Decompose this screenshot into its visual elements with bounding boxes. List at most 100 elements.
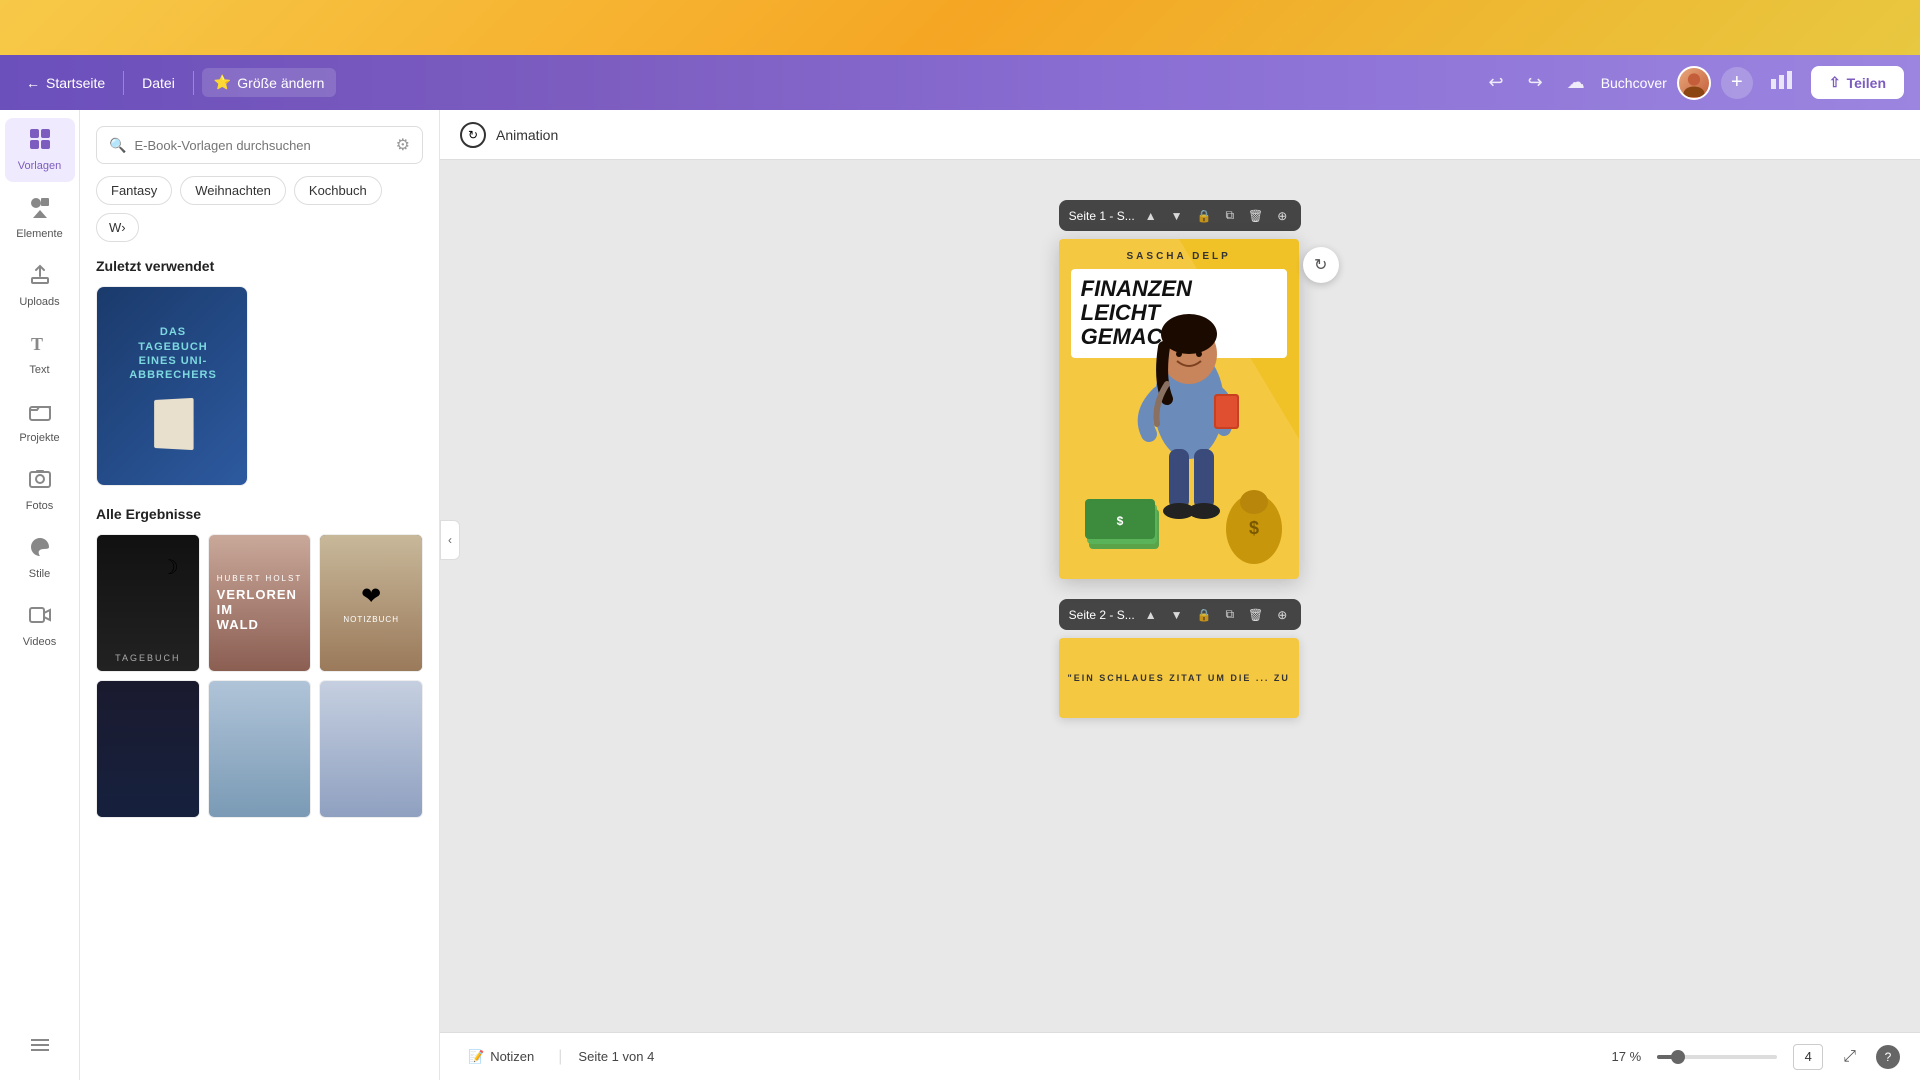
page2-down-button[interactable]: ▼ xyxy=(1167,606,1187,624)
search-icon: 🔍 xyxy=(109,137,126,154)
page2-lock-button[interactable]: 🔒 xyxy=(1192,606,1215,624)
templates-panel: 🔍 ⚙ Fantasy Weihnachten Kochbuch W› Zule… xyxy=(80,110,440,1080)
result-3-text: Notizbuch xyxy=(343,615,399,624)
cloud-save-icon[interactable]: ☁ xyxy=(1559,66,1593,99)
result-thumb-1[interactable]: ☽ TAGEBUCH xyxy=(96,534,200,672)
buchcover-label: Buchcover xyxy=(1601,75,1667,91)
result-thumb-2[interactable]: HUBERT HOLST VERLOREN IMWALD xyxy=(208,534,312,672)
sidebar-item-elemente[interactable]: Elemente xyxy=(5,186,75,250)
diary-template: DASTAGEBUCHEINES UNI-ABBRECHERS xyxy=(97,287,248,486)
sidebar-item-fotos[interactable]: Fotos xyxy=(5,458,75,522)
add-collaborator-button[interactable]: + xyxy=(1721,67,1753,99)
sidebar-item-videos[interactable]: Videos xyxy=(5,594,75,658)
size-icon: ⭐ xyxy=(214,74,231,91)
recently-used-title: Zuletzt verwendet xyxy=(96,258,423,274)
sidebar-item-projekte[interactable]: Projekte xyxy=(5,390,75,454)
sidebar-item-lines[interactable] xyxy=(5,1024,75,1072)
svg-text:T: T xyxy=(31,334,43,354)
status-divider: | xyxy=(558,1048,562,1066)
top-decorative-bar xyxy=(0,0,1920,55)
zoom-label: 17 % xyxy=(1601,1049,1641,1064)
text-icon: T xyxy=(29,332,51,360)
chip-more[interactable]: W› xyxy=(96,213,139,242)
sidebar-item-text[interactable]: T Text xyxy=(5,322,75,386)
help-button[interactable]: ? xyxy=(1876,1045,1900,1069)
sidebar-bottom xyxy=(5,1024,75,1072)
header-right: Buchcover + ⇧ Teilen xyxy=(1601,65,1904,100)
redo-button[interactable]: ↪ xyxy=(1520,66,1551,99)
header-divider xyxy=(123,71,124,95)
back-button[interactable]: ← Startseite xyxy=(16,69,115,97)
notes-label: Notizen xyxy=(490,1049,534,1064)
page1-wrapper: SASCHA DELP FINANZENLEICHTGEMACHT! $ xyxy=(1059,239,1299,579)
chip-fantasy[interactable]: Fantasy xyxy=(96,176,172,205)
projekte-label: Projekte xyxy=(19,432,59,444)
sidebar-item-uploads[interactable]: Uploads xyxy=(5,254,75,318)
zoom-slider-thumb[interactable] xyxy=(1671,1050,1685,1064)
heart-icon: ❤ xyxy=(361,582,381,611)
refresh-button[interactable]: ↻ xyxy=(1303,247,1339,283)
book-cover-canvas[interactable]: SASCHA DELP FINANZENLEICHTGEMACHT! $ xyxy=(1059,239,1299,579)
page2-add-button[interactable]: ⊕ xyxy=(1273,606,1291,624)
fullscreen-button[interactable]: ⤢ xyxy=(1839,1044,1860,1070)
page1-delete-button[interactable]: 🗑 xyxy=(1244,207,1267,225)
recently-used-section: Zuletzt verwendet DASTAGEBUCHEINES UNI-A… xyxy=(96,258,423,486)
result-inner-1: ☽ TAGEBUCH xyxy=(97,535,199,671)
result-inner-4 xyxy=(97,681,199,817)
page1-down-button[interactable]: ▼ xyxy=(1167,207,1187,225)
chip-kochbuch[interactable]: Kochbuch xyxy=(294,176,382,205)
page1-add-button[interactable]: ⊕ xyxy=(1273,207,1291,225)
chip-weihnachten[interactable]: Weihnachten xyxy=(180,176,286,205)
text-label: Text xyxy=(29,364,49,376)
sidebar-item-vorlagen[interactable]: Vorlagen xyxy=(5,118,75,182)
diary-book-icon xyxy=(154,397,193,449)
back-label: Startseite xyxy=(46,75,105,91)
back-arrow-icon: ← xyxy=(26,75,40,91)
recent-template-thumb[interactable]: DASTAGEBUCHEINES UNI-ABBRECHERS xyxy=(96,286,248,486)
result-thumb-5[interactable] xyxy=(208,680,312,818)
book-cover-2-canvas[interactable]: "EIN SCHLAUES ZITAT UM DIE ... ZU xyxy=(1059,638,1299,718)
result-thumb-4[interactable] xyxy=(96,680,200,818)
all-results-title: Alle Ergebnisse xyxy=(96,506,423,522)
page1-copy-button[interactable]: ⧉ xyxy=(1221,206,1238,225)
share-button[interactable]: ⇧ Teilen xyxy=(1811,66,1904,99)
file-menu[interactable]: Datei xyxy=(132,69,185,97)
zoom-slider-container xyxy=(1657,1055,1777,1059)
page2-delete-button[interactable]: 🗑 xyxy=(1244,606,1267,624)
animation-label: Animation xyxy=(496,127,558,143)
header-actions: ↩ ↪ ☁ xyxy=(1481,66,1593,99)
hide-panel-button[interactable]: ‹ xyxy=(440,520,460,560)
svg-text:$: $ xyxy=(1249,518,1259,538)
uploads-label: Uploads xyxy=(19,296,59,308)
uploads-icon xyxy=(29,264,51,292)
result-thumb-6[interactable] xyxy=(319,680,423,818)
page2-container: Seite 2 - S... ▲ ▼ 🔒 ⧉ 🗑 ⊕ "EIN SCHLAUES… xyxy=(1059,599,1302,718)
page1-container: Seite 1 - S... ▲ ▼ 🔒 ⧉ 🗑 ⊕ SASCHA DELP xyxy=(1059,200,1302,579)
canvas-scroll[interactable]: Seite 1 - S... ▲ ▼ 🔒 ⧉ 🗑 ⊕ SASCHA DELP xyxy=(440,160,1920,1080)
search-input[interactable] xyxy=(134,138,387,153)
user-avatar[interactable] xyxy=(1677,66,1711,100)
page-count-box[interactable]: 4 xyxy=(1793,1044,1823,1070)
lines-icon xyxy=(29,1034,51,1062)
header-left: ← Startseite Datei ⭐ Größe ändern xyxy=(16,68,1473,97)
all-results-grid: ☽ TAGEBUCH HUBERT HOLST VERLOREN IMWALD … xyxy=(96,534,423,818)
undo-button[interactable]: ↩ xyxy=(1481,66,1512,99)
page2-up-button[interactable]: ▲ xyxy=(1141,606,1161,624)
result-thumb-3[interactable]: ❤ Notizbuch xyxy=(319,534,423,672)
size-change-button[interactable]: ⭐ Größe ändern xyxy=(202,68,337,97)
elemente-icon xyxy=(29,196,51,224)
page1-up-button[interactable]: ▲ xyxy=(1141,207,1161,225)
sidebar: Vorlagen Elemente Uploads T Text xyxy=(0,110,80,1080)
page1-lock-button[interactable]: 🔒 xyxy=(1192,207,1215,225)
page2-quote-text: "EIN SCHLAUES ZITAT UM DIE ... ZU xyxy=(1059,665,1297,691)
result-2-author: HUBERT HOLST xyxy=(217,574,303,583)
sidebar-item-stile[interactable]: Stile xyxy=(5,526,75,590)
page2-copy-button[interactable]: ⧉ xyxy=(1221,605,1238,624)
filter-icon[interactable]: ⚙ xyxy=(396,135,410,155)
stats-button[interactable] xyxy=(1763,65,1801,100)
search-bar: 🔍 ⚙ xyxy=(96,126,423,164)
zoom-slider-track[interactable] xyxy=(1657,1055,1777,1059)
result-inner-5 xyxy=(209,681,311,817)
notes-button[interactable]: 📝 Notizen xyxy=(460,1045,542,1069)
animation-icon[interactable]: ↻ xyxy=(460,122,486,148)
